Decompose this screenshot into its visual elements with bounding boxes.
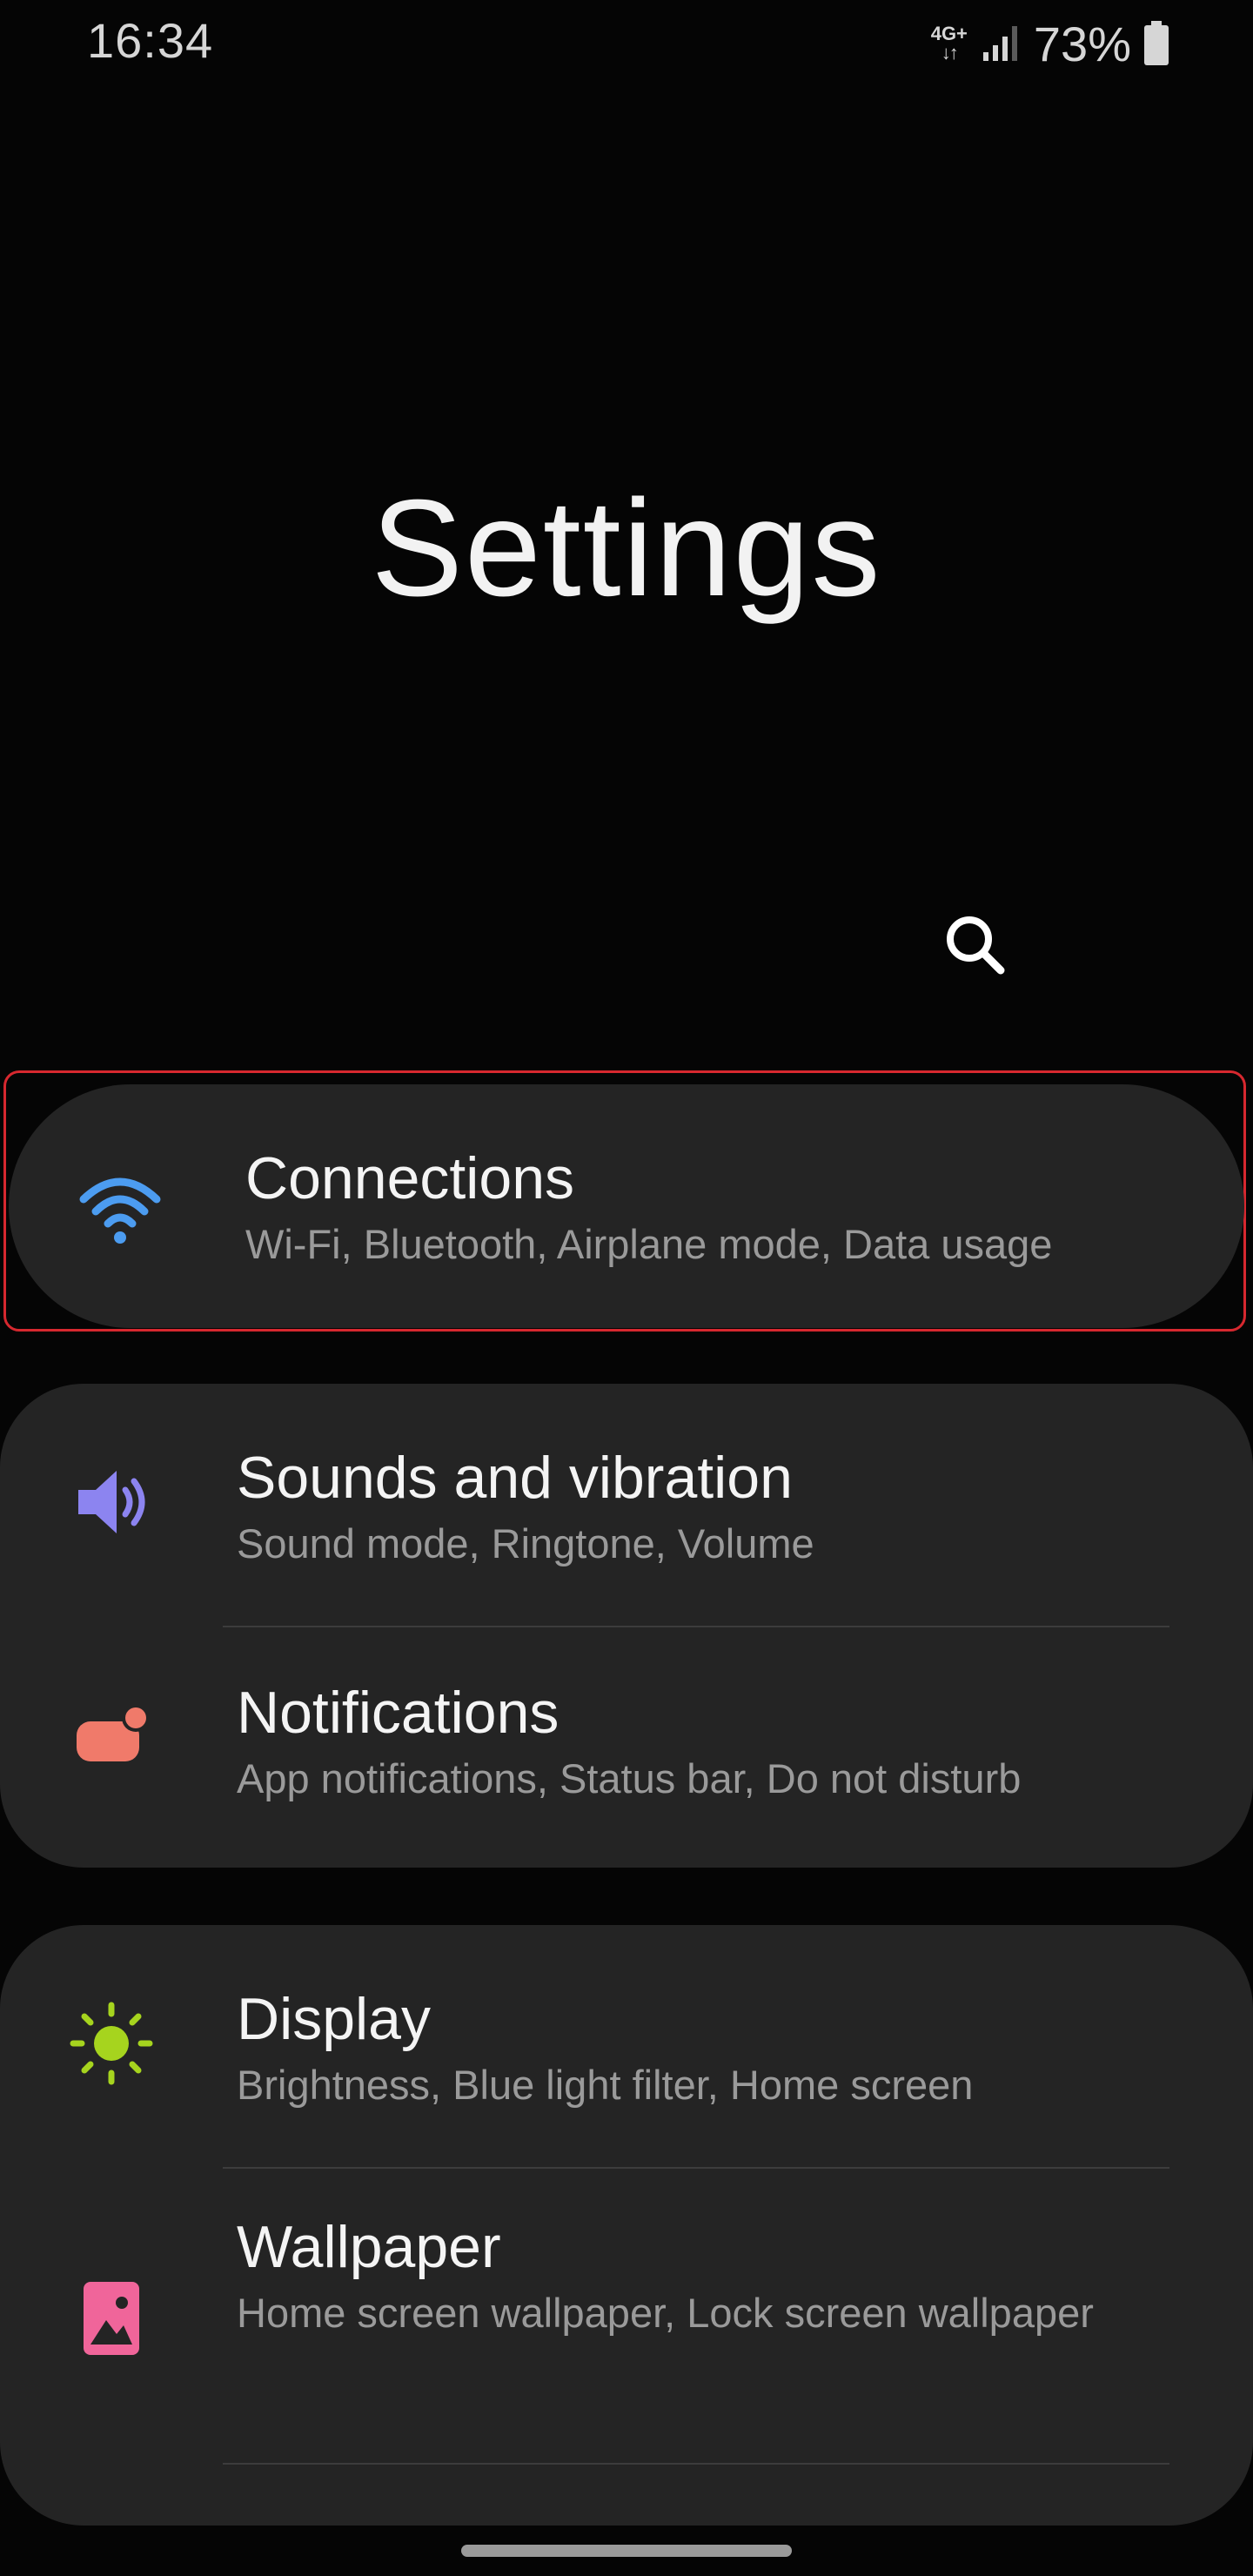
page-title: Settings	[371, 472, 882, 625]
search-button[interactable]	[940, 909, 1009, 979]
wifi-icon	[77, 1163, 164, 1250]
home-indicator[interactable]	[461, 2545, 792, 2557]
item-title: Notifications	[237, 1680, 559, 1746]
wallpaper-icon	[68, 2273, 155, 2360]
settings-card-sounds-notifications: Sounds and vibration Sound mode, Rington…	[0, 1384, 1253, 1868]
item-title: Wallpaper	[237, 2214, 501, 2280]
battery-percent: 73%	[1033, 16, 1131, 71]
battery-icon	[1144, 21, 1169, 65]
item-title: Display	[237, 1986, 431, 2052]
settings-card-display-wallpaper: Display Brightness, Blue light filter, H…	[0, 1925, 1253, 2526]
item-title: Sounds and vibration	[237, 1445, 793, 1511]
status-indicators: 4G+ ↓↑ 73%	[931, 12, 1169, 75]
item-title: Connections	[245, 1145, 575, 1211]
settings-item-wallpaper[interactable]: Wallpaper Home screen wallpaper, Lock sc…	[0, 2169, 1253, 2465]
settings-item-display[interactable]: Display Brightness, Blue light filter, H…	[0, 1925, 1253, 2169]
speaker-icon	[68, 1459, 155, 1546]
settings-item-notifications[interactable]: Notifications App notifications, Status …	[0, 1626, 1253, 1868]
item-subtitle: Wi-Fi, Bluetooth, Airplane mode, Data us…	[245, 1221, 1053, 1267]
item-subtitle: Home screen wallpaper, Lock screen wallp…	[237, 2290, 1094, 2336]
item-subtitle: App notifications, Status bar, Do not di…	[237, 1755, 1022, 1801]
settings-card-connections: Connections Wi-Fi, Bluetooth, Airplane m…	[9, 1084, 1244, 1328]
signal-icon	[982, 26, 1017, 61]
network-type-label: 4G+	[930, 23, 968, 44]
settings-item-sounds[interactable]: Sounds and vibration Sound mode, Rington…	[0, 1384, 1253, 1626]
data-arrows-icon: ↓↑	[941, 42, 959, 64]
divider	[223, 2463, 1169, 2465]
search-icon	[947, 916, 1005, 975]
item-subtitle: Brightness, Blue light filter, Home scre…	[237, 2062, 974, 2108]
sun-icon	[68, 2000, 155, 2087]
settings-item-connections[interactable]: Connections Wi-Fi, Bluetooth, Airplane m…	[9, 1084, 1244, 1328]
network-type-indicator: 4G+ ↓↑	[931, 24, 968, 63]
notification-icon	[68, 1692, 155, 1779]
status-time: 16:34	[87, 13, 214, 68]
status-bar: 16:34 4G+ ↓↑ 73%	[0, 0, 1253, 87]
item-subtitle: Sound mode, Ringtone, Volume	[237, 1520, 814, 1566]
